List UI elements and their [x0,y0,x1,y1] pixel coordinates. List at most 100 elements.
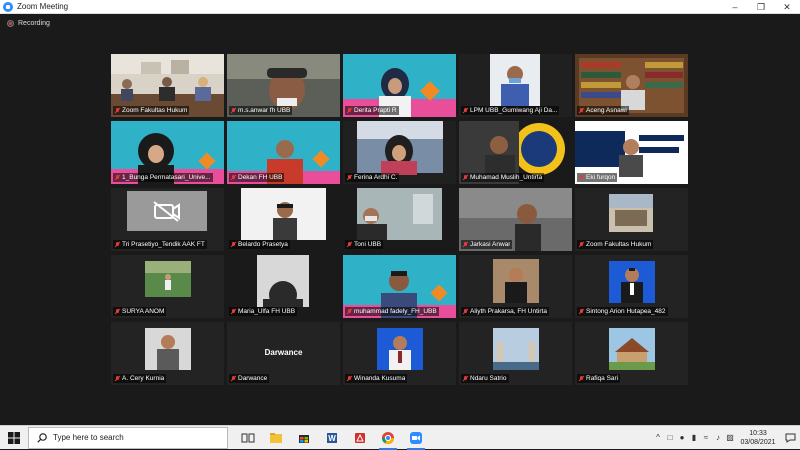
participant-tile[interactable]: Muhamad Muslih_Untirta [459,121,572,184]
participant-name-tag: Ferina Ardhi C. [345,173,400,182]
minimize-icon[interactable]: – [722,0,748,14]
chevron-up-icon[interactable]: ^ [652,426,664,450]
muted-mic-icon [579,174,584,181]
acrobat-button[interactable] [346,426,374,450]
participant-tile-camera-off[interactable]: Darwance Darwance [227,322,340,385]
muted-mic-icon [463,241,468,248]
notification-icon [785,433,795,443]
muted-mic-icon [347,375,352,382]
participant-tile[interactable]: 1_Bunga Permatasari_Unive... [111,121,224,184]
participant-tile-camera-off[interactable]: Ndaru Satrio [459,322,572,385]
muted-mic-icon [115,308,120,315]
participant-tile[interactable]: Zoom Fakultas Hukum [111,54,224,117]
participant-name-tag: m.s.anwar fh UBB [229,106,293,115]
participant-tile-camera-off[interactable]: Rafiqa Sari [575,322,688,385]
participant-name-tag: Zoom Fakultas Hukum [577,240,654,249]
muted-mic-icon [463,107,468,114]
participant-name-tag: LPM UBB_Gumiwang Aji Da... [461,106,560,115]
participant-name-tag: Aceng Asnawi [577,106,629,115]
file-explorer-button[interactable] [262,426,290,450]
muted-mic-icon [347,241,352,248]
muted-mic-icon [231,375,236,382]
participant-tile-camera-off[interactable]: Winanda Kusuma [343,322,456,385]
participant-tile[interactable]: Dekan FH UBB [227,121,340,184]
word-button[interactable]: W [318,426,346,450]
participant-tile-camera-off[interactable]: Aliyth Prakarsa, FH Untirta [459,255,572,318]
muted-mic-icon [347,174,352,181]
task-view-button[interactable] [234,426,262,450]
participant-tile[interactable]: Ferina Ardhi C. [343,121,456,184]
participant-tile-camera-off[interactable]: A. Cery Kurnia [111,322,224,385]
participant-tile-camera-off[interactable]: Sintong Arion Hutapea_482 [575,255,688,318]
zoom-logo-icon [3,1,13,12]
muted-mic-icon [231,174,236,181]
participant-tile[interactable]: Jarkasi Anwar [459,188,572,251]
participant-tile[interactable]: Belardo Prasetya [227,188,340,251]
muted-mic-icon [579,107,584,114]
close-icon[interactable]: ✕ [774,0,800,14]
participant-name-tag: 1_Bunga Permatasari_Unive... [113,173,213,182]
store-button[interactable] [290,426,318,450]
gallery-view: Zoom Fakultas Hukum m.s.anwar fh UBB Der… [111,54,688,385]
participant-name-tag: A. Cery Kurnia [113,374,167,383]
participant-tile-camera-off[interactable]: SURYA ANOM [111,255,224,318]
participant-name-tag: Winanda Kusuma [345,374,408,383]
svg-text:W: W [328,434,336,443]
participant-tile[interactable]: Eki furqon [575,121,688,184]
participant-tile[interactable]: Toni UBB [343,188,456,251]
participant-name-tag: Darwance [229,374,270,383]
network-icon[interactable]: □ [664,426,676,450]
maximize-icon[interactable]: ❐ [748,0,774,14]
muted-mic-icon [231,241,236,248]
chrome-icon [382,431,394,444]
participant-name-tag: Maria_Ulfa FH UBB [229,307,298,316]
muted-mic-icon [463,375,468,382]
participant-name-tag: Derita Prapti R [345,106,399,115]
muted-mic-icon [463,174,468,181]
recording-indicator[interactable]: Recording [7,20,50,27]
participant-tile-camera-off[interactable]: Tri Prasetiyo_Tendik AAK FT [111,188,224,251]
window-title: Zoom Meeting [17,2,69,11]
store-bag-icon [299,434,309,443]
participant-tile-active-speaker[interactable]: Aceng Asnawi [575,54,688,117]
muted-mic-icon [579,308,584,315]
participant-name-tag: SURYA ANOM [113,307,167,316]
chrome-button[interactable] [374,426,402,450]
start-button[interactable] [0,426,28,450]
participant-name-tag: Zoom Fakultas Hukum [113,106,190,115]
muted-mic-icon [231,107,236,114]
word-icon: W [327,432,337,443]
keyboard-icon[interactable]: ▨ [724,426,736,450]
muted-mic-icon [115,241,120,248]
clock-time: 10:33 [749,429,767,437]
participant-tile[interactable]: m.s.anwar fh UBB [227,54,340,117]
meeting-stage: Recording Zoom Fakultas Hukum m.s.anwar … [0,14,800,425]
muted-mic-icon [347,308,352,315]
zoom-app-icon [410,431,422,444]
volume-icon[interactable]: ♪ [712,426,724,450]
participant-tile[interactable]: Derita Prapti R [343,54,456,117]
participant-name-tag: Rafiqa Sari [577,374,621,383]
battery-icon[interactable]: ▮ [688,426,700,450]
participant-name-tag: muhammad fadely_FH_UBB [345,307,439,316]
participant-name-tag: Jarkasi Anwar [461,240,513,249]
window-titlebar: Zoom Meeting – ❐ ✕ [0,0,800,14]
participant-tile[interactable]: Maria_Ulfa FH UBB [227,255,340,318]
participant-tile[interactable]: muhammad fadely_FH_UBB [343,255,456,318]
participant-name-tag: Ndaru Satrio [461,374,509,383]
search-placeholder: Type here to search [53,433,124,442]
windows-logo-icon [8,431,20,444]
system-clock[interactable]: 10:33 03/08/2021 [736,429,780,447]
participant-tile-camera-off[interactable]: Zoom Fakultas Hukum [575,188,688,251]
microphone-icon[interactable]: ● [676,426,688,450]
zoom-button[interactable] [402,426,430,450]
muted-mic-icon [115,375,120,382]
camera-off-placeholder [127,191,207,231]
folder-icon [270,432,282,443]
taskbar-search-box[interactable]: Type here to search [28,426,228,449]
action-center-button[interactable] [780,433,800,443]
muted-mic-icon [231,308,236,315]
clock-date: 03/08/2021 [740,438,776,446]
participant-tile[interactable]: LPM UBB_Gumiwang Aji Da... [459,54,572,117]
wifi-icon[interactable]: ≈ [700,426,712,450]
